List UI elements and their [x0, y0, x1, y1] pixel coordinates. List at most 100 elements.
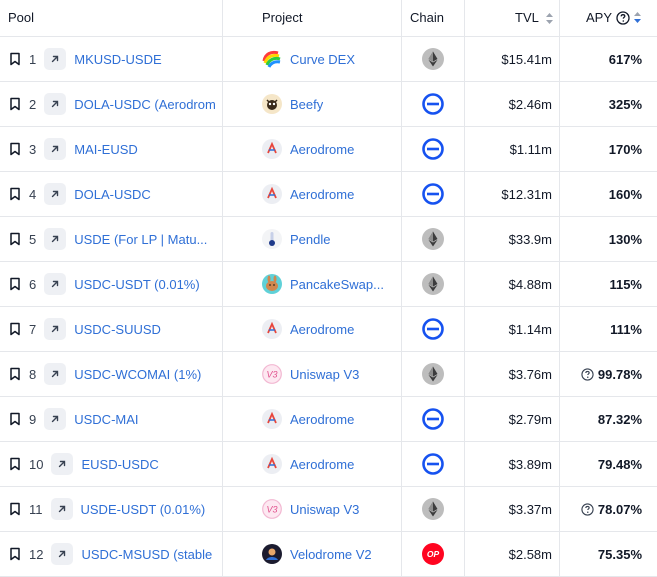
project-name-link[interactable]: Aerodrome	[290, 412, 354, 427]
tvl-value: $2.46m	[508, 96, 552, 112]
table-row: 8 USDC-WCOMAI (1%) V3 Uniswap V3 $3.76m 99.78…	[0, 352, 657, 397]
ethereum-icon	[422, 363, 444, 385]
chain-cell	[422, 397, 444, 441]
chain-cell	[422, 172, 444, 216]
project-name-link[interactable]: Uniswap V3	[290, 502, 359, 517]
bookmark-icon[interactable]	[9, 547, 21, 561]
bookmark-icon[interactable]	[9, 412, 21, 426]
apy-value: 79.48%	[597, 456, 642, 472]
chain-cell	[422, 217, 444, 261]
external-link-icon[interactable]	[44, 408, 67, 430]
bookmark-icon[interactable]	[9, 97, 21, 111]
project-name-link[interactable]: Pendle	[290, 232, 330, 247]
column-divider	[401, 37, 402, 81]
pool-cell: 8 USDC-WCOMAI (1%)	[9, 352, 221, 396]
pool-cell: 4 DOLA-USDC	[9, 172, 221, 216]
external-link-icon[interactable]	[44, 363, 67, 385]
tvl-value: $15.41m	[501, 51, 552, 67]
project-name-link[interactable]: Beefy	[290, 97, 323, 112]
external-link-icon[interactable]	[44, 273, 67, 295]
aerodrome-icon	[262, 319, 282, 339]
pool-name-link[interactable]: USDC-MAI	[74, 412, 138, 427]
sort-icon[interactable]	[545, 13, 553, 25]
rank-number: 7	[29, 321, 37, 337]
apy-header-label: APY	[586, 10, 613, 25]
project-name-link[interactable]: Curve DEX	[290, 52, 355, 67]
column-divider	[222, 127, 223, 171]
column-divider	[222, 487, 223, 531]
pool-name-link[interactable]: USDE (For LP | Matu...	[74, 232, 207, 247]
table-row: 10 EUSD-USDC Aerodrome $3.89m 79.48%	[0, 442, 657, 487]
column-header-apy[interactable]: APY	[586, 10, 642, 25]
project-name-link[interactable]: Uniswap V3	[290, 367, 359, 382]
external-link-icon[interactable]	[44, 183, 67, 205]
pool-name-link[interactable]: MAI-EUSD	[74, 142, 138, 157]
column-header-chain[interactable]: Chain	[410, 10, 444, 25]
pool-name-link[interactable]: DOLA-USDC	[74, 187, 151, 202]
pool-name-link[interactable]: USDE-USDT (0.01%)	[81, 502, 206, 517]
pool-name-link[interactable]: EUSD-USDC	[81, 457, 158, 472]
project-name-link[interactable]: Aerodrome	[290, 187, 354, 202]
ethereum-icon	[422, 48, 444, 70]
apy-value: 160%	[608, 186, 642, 202]
project-name-link[interactable]: PancakeSwap...	[290, 277, 384, 292]
pool-name-link[interactable]: USDC-SUUSD	[74, 322, 161, 337]
external-link-icon[interactable]	[44, 48, 67, 70]
bookmark-icon[interactable]	[9, 232, 21, 246]
bookmark-icon[interactable]	[9, 52, 21, 66]
bookmark-icon[interactable]	[9, 322, 21, 336]
table-row: 6 USDC-USDT (0.01%) PancakeSwap... $4.88m 11…	[0, 262, 657, 307]
project-name-link[interactable]: Aerodrome	[290, 142, 354, 157]
rank-number: 8	[29, 366, 37, 382]
tvl-header-label: TVL	[515, 10, 539, 25]
sort-icon[interactable]	[634, 12, 642, 23]
svg-text:V3: V3	[266, 370, 277, 380]
help-icon[interactable]	[581, 502, 594, 516]
external-link-icon[interactable]	[44, 138, 67, 160]
bookmark-icon[interactable]	[9, 187, 21, 201]
external-link-icon[interactable]	[44, 318, 67, 340]
column-header-pool[interactable]: Pool	[8, 10, 34, 25]
external-link-icon[interactable]	[50, 498, 73, 520]
project-name-link[interactable]: Aerodrome	[290, 457, 354, 472]
external-link-icon[interactable]	[51, 543, 74, 565]
apy-cell: 170%	[560, 127, 642, 171]
project-cell: Beefy	[262, 82, 398, 126]
base-icon	[422, 318, 444, 340]
table-row: 5 USDE (For LP | Matu... Pendle $33.9m 130%	[0, 217, 657, 262]
external-link-icon[interactable]	[44, 228, 67, 250]
bookmark-icon[interactable]	[9, 457, 21, 471]
bookmark-icon[interactable]	[9, 277, 21, 291]
chain-cell	[422, 307, 444, 351]
apy-cell: 78.07%	[560, 487, 642, 531]
column-divider	[222, 37, 223, 81]
bookmark-icon[interactable]	[9, 367, 21, 381]
tvl-value: $12.31m	[501, 186, 552, 202]
column-divider	[222, 442, 223, 486]
column-divider	[222, 0, 223, 36]
column-divider	[401, 217, 402, 261]
project-name-link[interactable]: Velodrome V2	[290, 547, 372, 562]
table-row: 4 DOLA-USDC Aerodrome $12.31m 160%	[0, 172, 657, 217]
chain-cell	[422, 82, 444, 126]
help-icon[interactable]	[616, 10, 630, 25]
column-divider	[401, 0, 402, 36]
pool-name-link[interactable]: USDC-WCOMAI (1%)	[74, 367, 201, 382]
column-header-tvl[interactable]: TVL	[515, 10, 553, 25]
pool-name-link[interactable]: DOLA-USDC (Aerodrom	[74, 97, 216, 112]
help-icon[interactable]	[581, 367, 594, 381]
pool-name-link[interactable]: MKUSD-USDE	[74, 52, 161, 67]
project-name-link[interactable]: Aerodrome	[290, 322, 354, 337]
apy-value-wrap: 99.78%	[581, 367, 642, 382]
apy-value-wrap: 170%	[609, 142, 642, 157]
pool-name-link[interactable]: USDC-MSUSD (stable	[81, 547, 212, 562]
bookmark-icon[interactable]	[9, 502, 21, 516]
pool-name-link[interactable]: USDC-USDT (0.01%)	[74, 277, 199, 292]
bookmark-icon[interactable]	[9, 142, 21, 156]
project-cell: Aerodrome	[262, 127, 398, 171]
column-header-project[interactable]: Project	[262, 10, 302, 25]
external-link-icon[interactable]	[44, 93, 67, 115]
apy-value: 617%	[608, 51, 642, 67]
pendle-icon	[262, 229, 282, 249]
external-link-icon[interactable]	[51, 453, 74, 475]
